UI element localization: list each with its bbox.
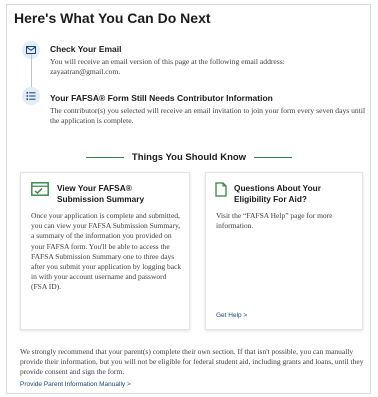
section-rule-left bbox=[85, 156, 124, 158]
checklist-icon bbox=[22, 87, 40, 105]
card-title-fafsa-summary: View Your FAFSA® Submission Summary bbox=[57, 183, 145, 204]
section-title: Things You Should Know bbox=[131, 152, 247, 163]
step-title-contributor: Your FAFSA® Form Still Needs Contributor… bbox=[50, 93, 273, 103]
card-body-fafsa-summary: Once your application is complete and su… bbox=[31, 211, 182, 292]
parent-info-notice: We strongly recommend that your parent(s… bbox=[20, 347, 364, 376]
step-title-check-email: Check Your Email bbox=[50, 44, 122, 54]
fafsa-summary-icon bbox=[31, 182, 49, 201]
card-title-eligibility: Questions About Your Eligibility For Aid… bbox=[234, 183, 321, 204]
card-eligibility: Questions About Your Eligibility For Aid… bbox=[205, 172, 363, 330]
card-body-eligibility: Visit the “FAFSA Help” page for more inf… bbox=[216, 211, 333, 231]
step-body-contributor: The contributor(s) you selected will rec… bbox=[50, 106, 366, 125]
document-icon bbox=[215, 182, 227, 202]
step-body-check-email: You will receive an email version of thi… bbox=[50, 57, 350, 77]
step-body-text: You will receive an email version of thi… bbox=[50, 57, 285, 66]
section-header: Things You Should Know bbox=[0, 152, 378, 163]
get-help-link[interactable]: Get Help > bbox=[216, 312, 247, 319]
provide-parent-info-link[interactable]: Provide Parent Information Manually > bbox=[20, 381, 131, 388]
card-fafsa-summary: View Your FAFSA® Submission Summary Once… bbox=[20, 172, 190, 330]
email-address: zayaatran@gmail.com. bbox=[50, 67, 121, 76]
section-rule-right bbox=[254, 156, 293, 158]
page-title: Here's What You Can Do Next bbox=[14, 10, 211, 26]
